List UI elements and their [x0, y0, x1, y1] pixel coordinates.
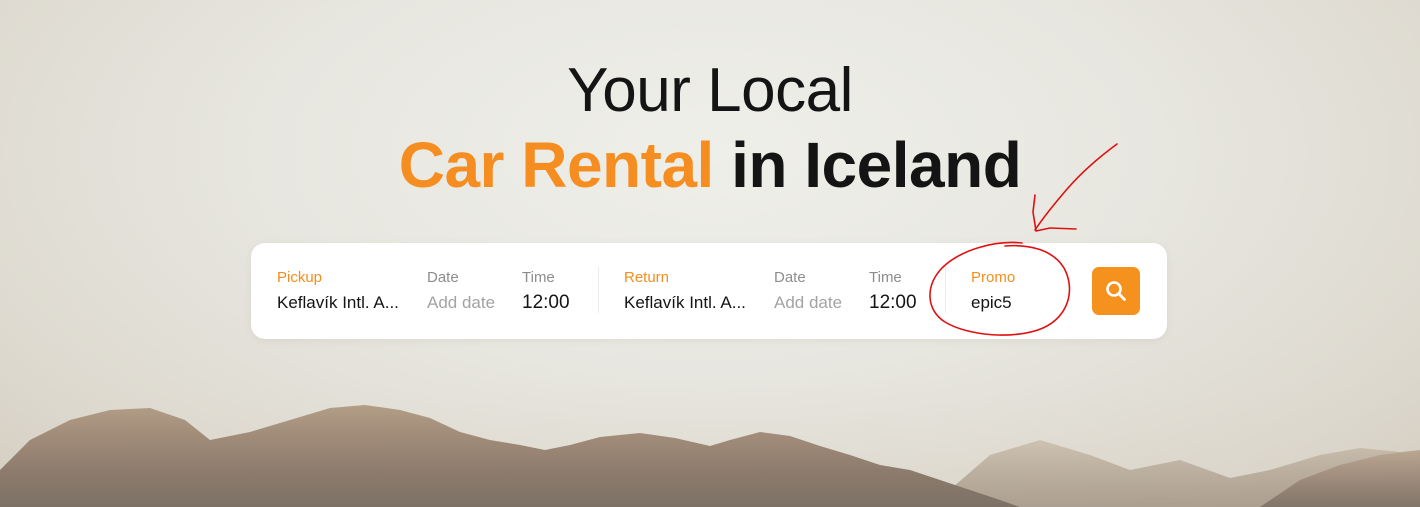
booking-search-bar: Pickup Keflavík Intl. A... Date Add date… — [251, 243, 1167, 339]
return-time-label: Time — [869, 269, 902, 286]
pickup-location-value[interactable]: Keflavík Intl. A... — [277, 292, 399, 314]
search-button[interactable] — [1092, 267, 1140, 315]
promo-code-value[interactable]: epic5 — [971, 292, 1015, 314]
return-time-field[interactable]: Time 12:00 — [869, 269, 917, 314]
pickup-date-field[interactable]: Date Add date — [427, 269, 495, 314]
headline-rest: in Iceland — [713, 129, 1022, 201]
headline: Your Local Car Rental in Iceland — [0, 55, 1420, 203]
pickup-date-placeholder[interactable]: Add date — [427, 292, 495, 314]
pickup-label: Pickup — [277, 269, 323, 286]
pickup-location-field[interactable]: Pickup Keflavík Intl. A... — [277, 269, 399, 314]
hero-section: Your Local Car Rental in Iceland Pickup … — [0, 0, 1420, 507]
pickup-date-label: Date — [427, 269, 459, 286]
return-label: Return — [624, 269, 670, 286]
return-date-field[interactable]: Date Add date — [774, 269, 842, 314]
return-location-field[interactable]: Return Keflavík Intl. A... — [624, 269, 746, 314]
return-date-placeholder[interactable]: Add date — [774, 292, 842, 314]
promo-label: Promo — [971, 269, 1016, 286]
pickup-time-label: Time — [522, 269, 555, 286]
headline-line-2: Car Rental in Iceland — [0, 127, 1420, 203]
return-time-value[interactable]: 12:00 — [869, 292, 917, 314]
field-divider — [598, 267, 599, 313]
pickup-time-field[interactable]: Time 12:00 — [522, 269, 570, 314]
headline-accent: Car Rental — [398, 129, 715, 201]
promo-code-field[interactable]: Promo epic5 — [971, 269, 1015, 314]
return-date-label: Date — [774, 269, 806, 286]
return-location-value[interactable]: Keflavík Intl. A... — [624, 292, 746, 314]
pickup-time-value[interactable]: 12:00 — [522, 292, 570, 314]
field-divider — [945, 267, 946, 313]
headline-line-1: Your Local — [567, 56, 853, 125]
search-icon — [1106, 281, 1126, 301]
